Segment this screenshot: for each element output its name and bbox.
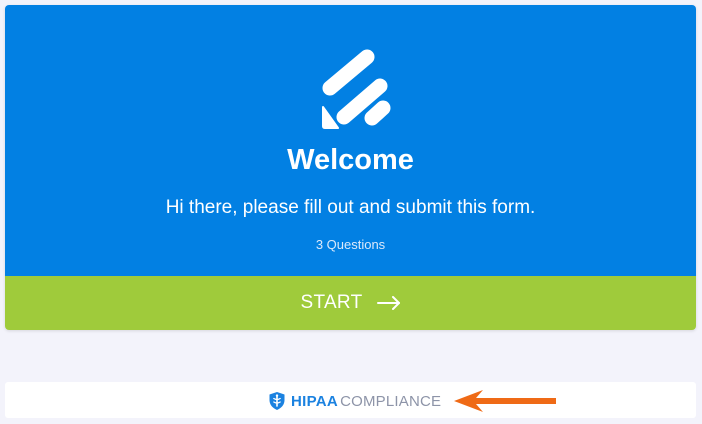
hipaa-footer: HIPAA COMPLIANCE xyxy=(5,382,696,418)
shield-medical-icon xyxy=(269,392,285,410)
compliance-label: COMPLIANCE xyxy=(340,392,442,410)
welcome-title: Welcome xyxy=(287,144,414,176)
start-button-label: START xyxy=(300,292,363,313)
form-welcome-page: Welcome Hi there, please fill out and su… xyxy=(0,0,702,424)
hipaa-compliance-badge[interactable]: HIPAA COMPLIANCE xyxy=(268,391,441,411)
form-logo-icon xyxy=(322,49,391,129)
arrow-left-icon xyxy=(454,390,556,412)
welcome-subtitle: Hi there, please fill out and submit thi… xyxy=(165,197,536,218)
welcome-header: Welcome Hi there, please fill out and su… xyxy=(5,5,696,276)
hipaa-label: HIPAA xyxy=(291,392,339,410)
arrow-right-icon xyxy=(376,296,400,310)
welcome-card: Welcome Hi there, please fill out and su… xyxy=(5,5,696,330)
questions-count: 3 Questions xyxy=(315,237,386,252)
start-button[interactable]: START xyxy=(5,276,696,330)
